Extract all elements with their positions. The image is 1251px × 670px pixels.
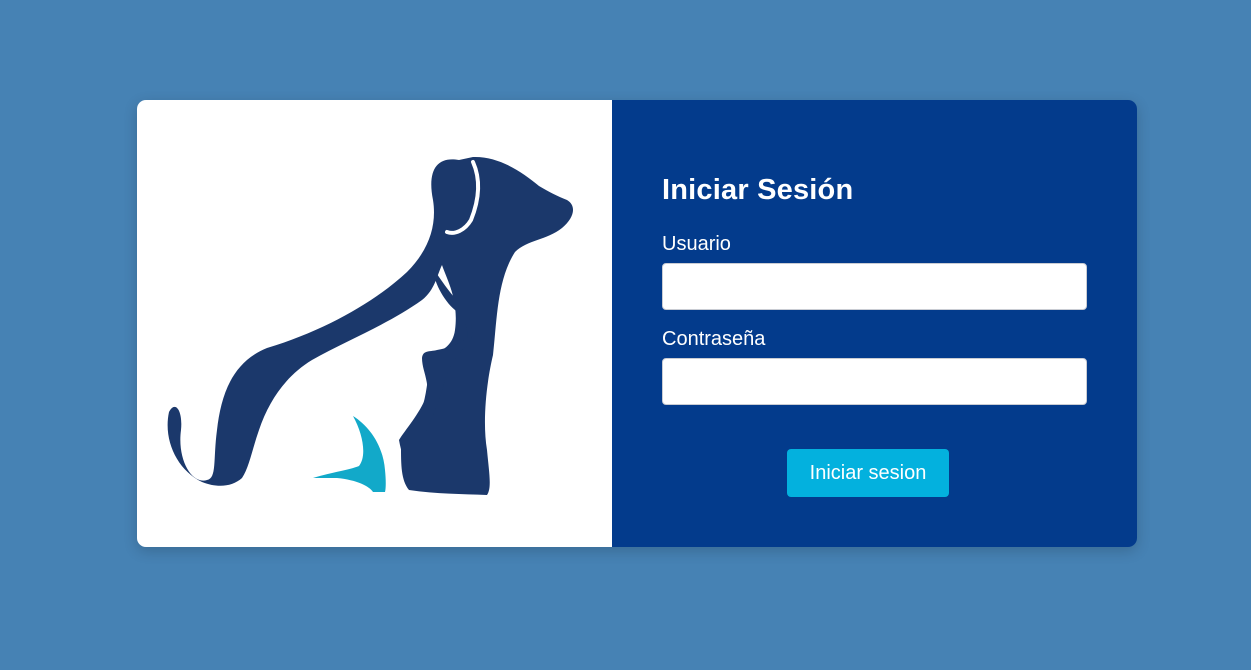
login-card: Iniciar Sesión Usuario Contraseña Inicia…	[137, 100, 1137, 547]
password-input[interactable]	[662, 358, 1087, 405]
dog-cat-logo-icon	[167, 156, 574, 495]
login-form-panel: Iniciar Sesión Usuario Contraseña Inicia…	[612, 100, 1137, 547]
password-label: Contraseña	[662, 328, 766, 350]
logo-panel	[137, 100, 612, 547]
logo-accent-wave	[313, 416, 386, 492]
username-input[interactable]	[662, 263, 1087, 310]
page-title: Iniciar Sesión	[662, 174, 854, 206]
username-label: Usuario	[662, 233, 731, 255]
login-button[interactable]: Iniciar sesion	[787, 449, 949, 497]
